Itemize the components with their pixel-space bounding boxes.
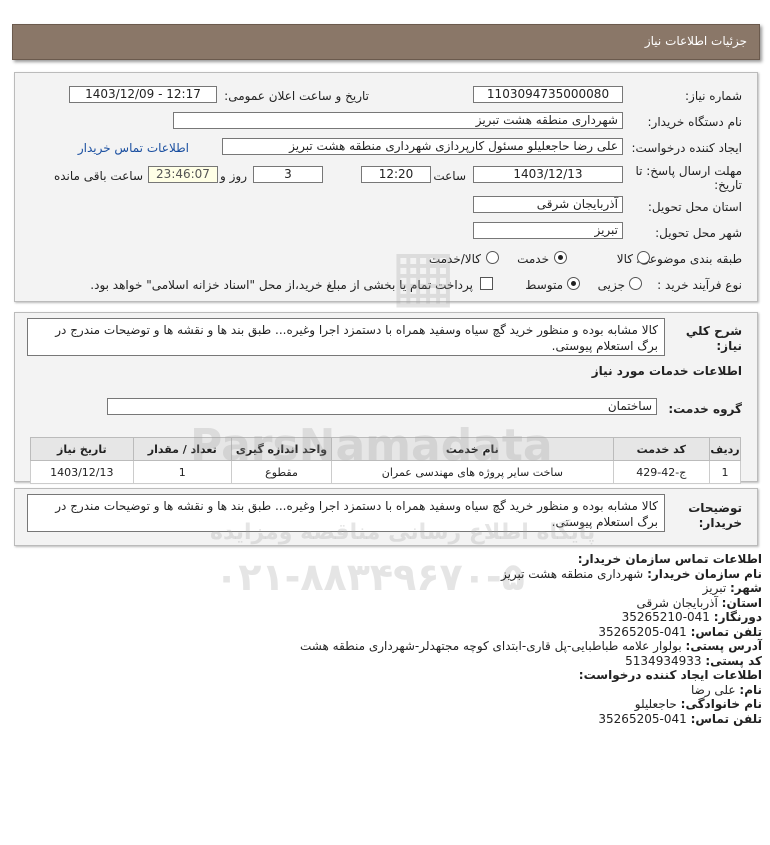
cell-code: ج-42-429 <box>612 460 711 484</box>
col-row-header: ردیف <box>709 437 741 461</box>
contact-title: اطلاعات تماس سازمان خریدار: <box>577 552 762 566</box>
col-unit-header: واحد اندازه گیری <box>230 437 333 461</box>
deadline-label-date: تاریخ: <box>714 178 742 192</box>
contact-city: تبریز <box>702 581 727 595</box>
creator-last-name: حاجعلیلو <box>634 697 677 711</box>
table-header-row: ردیف کد خدمت نام خدمت واحد اندازه گیری ت… <box>30 437 741 461</box>
creator-phone-label: تلفن تماس: <box>690 711 762 726</box>
buyer-org-label: نام دستگاه خریدار: <box>647 115 743 129</box>
process-option-minor: جزیی <box>597 278 625 292</box>
deadline-date-field[interactable]: 1403/12/13 <box>473 166 623 183</box>
buyer-desc-label-2: خریدار: <box>698 516 742 530</box>
service-group-field[interactable]: ساختمان <box>107 398 657 415</box>
city-label: شهر محل تحویل: <box>655 226 742 240</box>
table-row[interactable]: 1 ج-42-429 ساخت سایر پروژه های مهندسی عم… <box>30 460 741 484</box>
services-table: ردیف کد خدمت نام خدمت واحد اندازه گیری ت… <box>30 437 741 484</box>
contact-fax-label: دورنگار: <box>713 610 762 624</box>
services-section-title: اطلاعات خدمات مورد نیاز <box>591 364 742 378</box>
category-radio-goods[interactable] <box>637 251 650 264</box>
treasury-payment-note: پرداخت تمام یا بخشی از مبلغ خرید،از محل … <box>90 278 473 292</box>
category-option-goods: کالا <box>616 252 633 266</box>
buyer-description: کالا مشابه بوده و منظور خرید گچ سیاه وسف… <box>27 494 665 532</box>
announce-date-field[interactable]: 1403/12/09 - 12:17 <box>69 86 217 103</box>
creator-title: اطلاعات ایجاد کننده درخواست: <box>578 668 762 682</box>
contact-address-label: آدرس پستی: <box>685 639 762 653</box>
cell-date: 1403/12/13 <box>30 460 134 484</box>
deadline-time-field[interactable]: 12:20 <box>361 166 431 183</box>
process-radio-medium[interactable] <box>567 277 580 290</box>
category-radio-goods-service[interactable] <box>486 251 499 264</box>
col-date-header: تاریخ نیاز <box>30 437 134 461</box>
buyer-contact-link[interactable]: اطلاعات تماس خریدار <box>78 141 189 155</box>
process-radio-minor[interactable] <box>629 277 642 290</box>
cell-qty: 1 <box>132 460 232 484</box>
cell-unit: مقطوع <box>230 460 333 484</box>
contact-postal: 5134934933 <box>625 653 702 668</box>
contact-province: آذربایجان شرقی <box>636 595 718 610</box>
province-label: استان محل تحویل: <box>647 200 742 214</box>
buyer-org-field[interactable]: شهرداری منطقه هشت تبریز <box>173 112 623 129</box>
requester-field[interactable]: علی رضا حاجعلیلو مسئول کارپردازی شهرداری… <box>222 138 623 155</box>
cell-row: 1 <box>709 460 741 484</box>
remaining-time-field: 23:46:07 <box>148 166 218 183</box>
creator-last-name-label: نام خانوادگی: <box>680 697 762 711</box>
deadline-label: مهلت ارسال پاسخ: تا <box>635 164 742 178</box>
contact-address: بولوار علامه طباطبایی-پل قاری-ابتدای کوچ… <box>300 639 682 653</box>
col-name-header: نام خدمت <box>331 437 614 461</box>
cell-name: ساخت سایر پروژه های مهندسی عمران <box>331 460 614 484</box>
service-group-label: گروه خدمت: <box>668 402 742 416</box>
need-number-field[interactable]: 1103094735000080 <box>473 86 623 103</box>
page-header: جزئیات اطلاعات نیاز <box>12 24 760 60</box>
contact-fax: 041-35265210 <box>621 610 710 624</box>
contact-city-label: شهر: <box>730 581 762 595</box>
process-option-medium: متوسط <box>525 278 563 292</box>
days-field[interactable]: 3 <box>253 166 323 183</box>
contact-phone: 041-35265205 <box>598 624 687 639</box>
treasury-payment-checkbox[interactable] <box>480 277 493 290</box>
province-field[interactable]: آذربایجان شرقی <box>473 196 623 213</box>
process-label: نوع فرآیند خرید : <box>657 278 742 292</box>
contact-org: شهرداری منطقه هشت تبریز <box>500 566 644 581</box>
category-radio-service[interactable] <box>554 251 567 264</box>
announce-date-label: تاریخ و ساعت اعلان عمومی: <box>224 89 369 103</box>
category-label: طبقه بندی موضوعی: <box>635 252 742 266</box>
page-title: جزئیات اطلاعات نیاز <box>644 34 747 48</box>
buyer-desc-label: توضیحات <box>688 501 742 515</box>
category-option-goods-service: کالا/خدمت <box>428 252 481 266</box>
contact-postal-label: کد پستی: <box>705 653 762 668</box>
deadline-time-label: ساعت <box>433 169 466 183</box>
city-field[interactable]: تبریز <box>473 222 623 239</box>
summary-description: کالا مشابه بوده و منظور خرید گچ سیاه وسف… <box>27 318 665 356</box>
remaining-time-label: ساعت باقی مانده <box>53 169 143 183</box>
creator-first-name: علی رضا <box>690 682 736 697</box>
need-info-panel <box>14 72 758 302</box>
need-number-label: شماره نیاز: <box>685 89 742 103</box>
category-option-service: خدمت <box>517 252 549 266</box>
col-code-header: کد خدمت <box>612 437 711 461</box>
requester-label: ایجاد کننده درخواست: <box>631 141 742 155</box>
col-qty-header: تعداد / مقدار <box>132 437 232 461</box>
summary-label: شرح کلي <box>685 324 742 338</box>
creator-first-name-label: نام: <box>739 682 762 697</box>
contact-info: اطلاعات تماس سازمان خریدار: نام سازمان خ… <box>300 552 762 726</box>
creator-phone: 041-35265205 <box>598 711 687 726</box>
contact-province-label: استان: <box>721 595 762 610</box>
contact-phone-label: تلفن تماس: <box>690 624 762 639</box>
days-label: روز و <box>220 169 247 183</box>
summary-label-2: نیاز: <box>716 339 742 353</box>
contact-org-label: نام سازمان خریدار: <box>647 566 762 581</box>
